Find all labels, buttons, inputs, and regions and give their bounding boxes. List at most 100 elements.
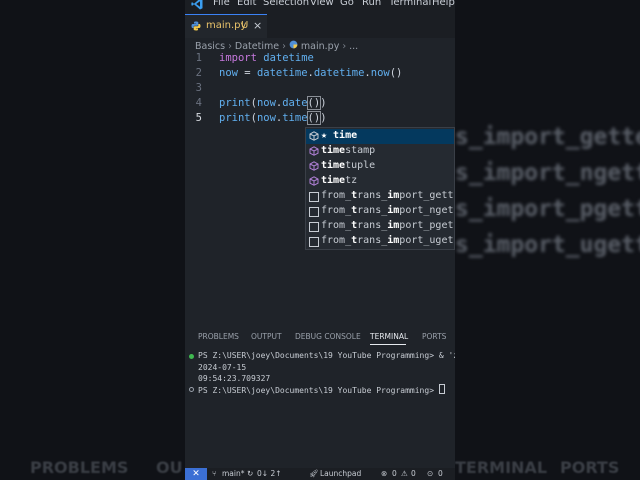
suggestion-item[interactable]: from_trans_import_gette — [306, 189, 454, 204]
tab-problems[interactable]: PROBLEMS — [198, 332, 239, 341]
breadcrumb-basics[interactable]: Basics — [195, 41, 225, 52]
code-line-3: 3 — [185, 82, 455, 97]
suggestion-item[interactable]: timetuple — [306, 159, 454, 174]
text-word-icon — [309, 192, 319, 202]
terminal-prompt: PS Z:\USER\joey\Documents\19 YouTube Pro… — [198, 384, 445, 395]
breadcrumb-main-py[interactable]: main.py — [301, 41, 339, 52]
suggestion-item[interactable]: from_trans_import_pgett — [306, 219, 454, 234]
tab-main-py[interactable]: main.py U × — [185, 14, 267, 38]
remote-indicator-icon[interactable]: ✕ — [185, 468, 207, 480]
menu-go[interactable]: Go — [340, 0, 354, 8]
tab-output[interactable]: OUTPUT — [251, 332, 282, 341]
method-cube-icon — [309, 161, 319, 171]
terminal-line: PS Z:\USER\joey\Documents\19 YouTube Pro… — [198, 351, 455, 360]
tab-debug-console[interactable]: DEBUG CONSOLE — [295, 332, 361, 341]
breadcrumb-more[interactable]: ... — [349, 41, 358, 52]
ghost-ports: PORTS — [560, 458, 620, 477]
code-line-4: 4 print(now.date()) — [185, 96, 455, 112]
branch-name[interactable]: main* — [222, 469, 245, 478]
success-dot-icon — [189, 354, 194, 359]
token-obj: now — [256, 97, 276, 109]
ghost-output: OU — [156, 458, 183, 477]
tab-terminal[interactable]: TERMINAL — [370, 332, 408, 341]
chevron-right-icon: › — [282, 41, 286, 52]
chevron-right-icon: › — [342, 41, 347, 52]
line-number: 3 — [195, 82, 202, 94]
suggestion-item[interactable]: from_trans_import_ngett — [306, 204, 454, 219]
token-args: () — [306, 111, 322, 125]
menu-help[interactable]: Help — [432, 0, 455, 8]
background-left: PROBLEMS OU — [0, 0, 185, 480]
token-parens: () — [389, 67, 403, 79]
terminal-line: 09:54:23.709327 — [198, 374, 271, 383]
active-tab-indicator — [370, 344, 406, 345]
menu-edit[interactable]: Edit — [237, 0, 256, 8]
tab-bar: main.py U × — [185, 14, 455, 38]
warning-icon: ⚠ — [401, 469, 408, 478]
line-number: 5 — [195, 112, 202, 124]
launchpad-label[interactable]: Launchpad — [320, 469, 361, 478]
error-icon: ⊗ — [381, 469, 388, 478]
token-args: () — [306, 96, 322, 110]
ghost-line-2: s_import_ngett — [455, 160, 640, 186]
ports-icon: ⊙ — [427, 469, 434, 478]
token-var: now — [219, 67, 238, 79]
warning-count[interactable]: 0 — [411, 469, 416, 478]
error-count[interactable]: 0 — [392, 469, 397, 478]
panel-tabs: PROBLEMS OUTPUT DEBUG CONSOLE TERMINAL P… — [185, 330, 455, 346]
token-class: datetime — [313, 67, 365, 79]
terminal-cursor — [438, 384, 445, 394]
token-module: datetime — [256, 67, 308, 79]
editor-window: File Edit Selection View Go Run Terminal… — [185, 0, 455, 480]
sync-status[interactable]: 0↓ 2↑ — [257, 469, 282, 478]
ghost-line-3: s_import_pgett — [455, 196, 640, 222]
code-line-2: 2 now = datetime.datetime.now() — [185, 67, 455, 82]
background-right: s_import_gette s_import_ngett s_import_p… — [455, 0, 640, 480]
breadcrumb-datetime[interactable]: Datetime — [235, 41, 279, 52]
token-print: print — [219, 97, 251, 109]
status-bar: ✕ ⑂ main* ↻ 0↓ 2↑ 🚀︎ Launchpad ⊗ 0 ⚠ 0 ⊙… — [185, 468, 455, 480]
token-obj: now — [256, 112, 276, 124]
code-line-1: 1 import datetime — [185, 52, 455, 67]
git-branch-icon: ⑂ — [212, 469, 217, 478]
method-cube-icon — [309, 131, 319, 141]
python-file-icon — [289, 40, 298, 49]
method-cube-icon — [309, 176, 319, 186]
launchpad-icon: 🚀︎ — [309, 469, 319, 478]
suggestion-widget: ★ time timestamp timetuple timetz from_t… — [305, 127, 455, 250]
token-paren: ) — [320, 112, 327, 124]
suggestion-item[interactable]: from_trans_import_ugett — [306, 234, 454, 249]
suggestion-item[interactable]: ★ time — [306, 129, 454, 144]
chevron-right-icon: › — [228, 41, 232, 52]
tab-ports[interactable]: PORTS — [422, 332, 446, 341]
code-line-5: 5 print(now.time()) — [185, 111, 455, 127]
vscode-logo-icon — [191, 0, 203, 10]
prompt-dot-icon — [189, 387, 194, 392]
text-word-icon — [309, 207, 319, 217]
tab-close-icon[interactable]: × — [253, 19, 262, 32]
menu-view[interactable]: View — [310, 0, 334, 8]
token-import: import — [219, 52, 257, 64]
token-paren: ) — [320, 97, 327, 109]
line-number: 2 — [195, 67, 202, 79]
menu-run[interactable]: Run — [362, 0, 381, 8]
title-bar: File Edit Selection View Go Run Terminal… — [185, 0, 455, 14]
line-number: 4 — [195, 97, 202, 109]
menu-file[interactable]: File — [213, 0, 230, 8]
text-word-icon — [309, 237, 319, 247]
suggestion-item[interactable]: timestamp — [306, 144, 454, 159]
method-cube-icon — [309, 146, 319, 156]
token-fn: now — [370, 67, 390, 79]
menu-terminal[interactable]: Terminal — [389, 0, 431, 8]
token-module: datetime — [263, 52, 314, 64]
menu-selection[interactable]: Selection — [263, 0, 309, 8]
suggestion-item[interactable]: timetz — [306, 174, 454, 189]
python-file-icon — [191, 21, 201, 31]
line-number: 1 — [195, 52, 202, 64]
token-assign: = — [237, 67, 257, 79]
ports-count[interactable]: 0 — [438, 469, 443, 478]
token-print: print — [219, 112, 251, 124]
ghost-line-1: s_import_gette — [455, 124, 640, 150]
terminal-line: 2024-07-15 — [198, 363, 247, 372]
text-word-icon — [309, 222, 319, 232]
